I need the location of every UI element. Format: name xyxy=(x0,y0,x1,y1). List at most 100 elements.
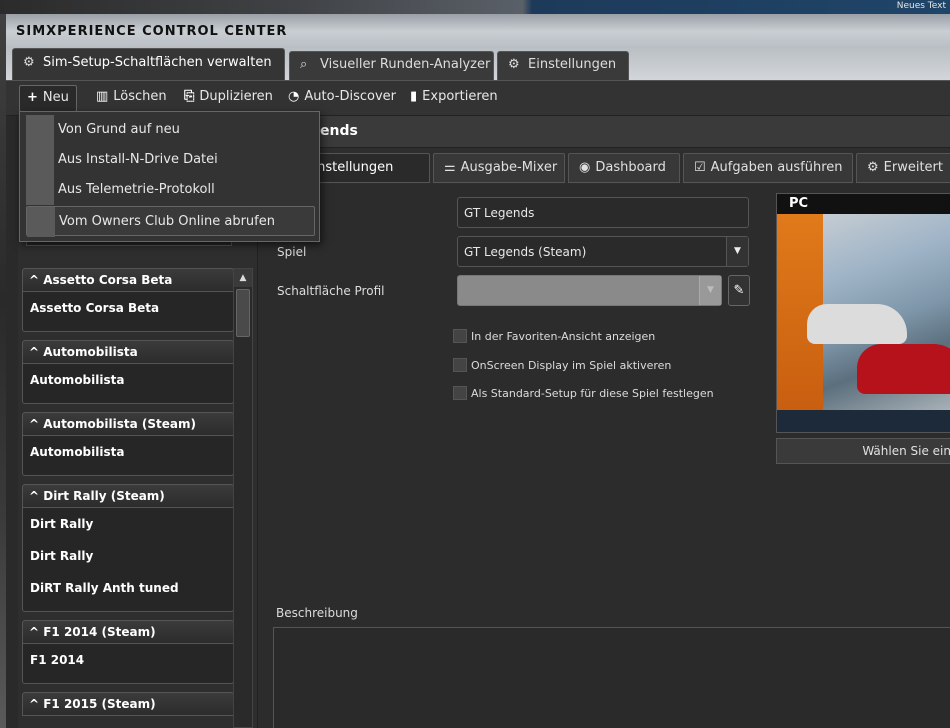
subtab-label: Dashboard xyxy=(595,160,666,175)
autodiscover-button[interactable]: ◔ Auto-Discover xyxy=(288,89,396,104)
group-title: Assetto Corsa Beta xyxy=(43,273,173,287)
autodiscover-label: Auto-Discover xyxy=(304,89,396,104)
tab-sim-setup[interactable]: ⚙ Sim-Setup-Schaltflächen verwalten xyxy=(12,48,285,80)
game-cover-image: PC xyxy=(776,193,950,433)
tab-label: Sim-Setup-Schaltflächen verwalten xyxy=(43,55,272,70)
menu-item-from-ind-file[interactable]: Aus Install-N-Drive Datei xyxy=(26,145,315,175)
subtab-label: Aufgaben ausführen xyxy=(710,160,843,175)
tasks-icon: ☑ xyxy=(694,160,706,175)
choose-image-button[interactable]: Wählen Sie ein xyxy=(776,438,950,464)
analyzer-icon: ⌕ xyxy=(300,57,308,72)
settings-buttons-icon: ⚙ xyxy=(23,55,35,70)
list-group: ^ Dirt Rally (Steam) Dirt Rally Dirt Ral… xyxy=(22,484,234,612)
setup-header: ends xyxy=(258,116,950,148)
group-header[interactable]: ^ Automobilista (Steam) xyxy=(22,412,234,436)
list-scrollbar[interactable]: ▲ xyxy=(233,268,253,728)
tab-label: Visueller Runden-Analyzer xyxy=(320,57,491,72)
new-label: Neu xyxy=(42,90,69,105)
chevron-up-icon: ^ xyxy=(29,345,44,359)
menu-item-owners-club[interactable]: Vom Owners Club Online abrufen xyxy=(26,206,315,237)
export-button[interactable]: ▮ Exportieren xyxy=(410,89,498,104)
desktop-corner-text: Neues Text xyxy=(896,1,946,11)
group-footer xyxy=(22,324,234,332)
app-window: Neues Text SIMXPERIENCE CONTROL CENTER ⚙… xyxy=(0,0,950,728)
osd-checkbox-label: OnScreen Display im Spiel aktiveren xyxy=(471,359,672,372)
subtab-dashboard[interactable]: ◉ Dashboard xyxy=(568,153,680,183)
osd-checkbox[interactable] xyxy=(453,358,467,372)
group-footer xyxy=(22,396,234,404)
list-group: ^ F1 2014 (Steam) F1 2014 xyxy=(22,620,234,684)
group-footer xyxy=(22,468,234,476)
chevron-up-icon: ^ xyxy=(29,489,44,503)
default-setup-checkbox[interactable] xyxy=(453,386,467,400)
list-item[interactable]: Dirt Rally xyxy=(22,508,234,540)
delete-button[interactable]: ▥ Löschen xyxy=(96,89,167,104)
dashboard-icon: ◉ xyxy=(579,160,591,175)
list-group: ^ F1 2015 (Steam) xyxy=(22,692,234,716)
group-title: F1 2014 (Steam) xyxy=(43,625,156,639)
menu-item-label: Aus Install-N-Drive Datei xyxy=(58,152,218,167)
mixer-icon: ⚌ xyxy=(444,160,456,175)
setup-title: ends xyxy=(320,123,358,139)
duplicate-label: Duplizieren xyxy=(199,89,273,104)
menu-item-from-scratch[interactable]: Von Grund auf neu xyxy=(26,115,315,145)
duplicate-button[interactable]: ⎘ Duplizieren xyxy=(184,89,273,104)
group-title: Automobilista (Steam) xyxy=(43,417,196,431)
scroll-thumb[interactable] xyxy=(236,289,250,337)
tab-lap-analyzer[interactable]: ⌕ Visueller Runden-Analyzer xyxy=(289,51,494,80)
list-item[interactable]: DiRT Rally Anth tuned xyxy=(22,572,234,604)
list-group: ^ Automobilista (Steam) Automobilista xyxy=(22,412,234,476)
main-tabs: ⚙ Sim-Setup-Schaltflächen verwalten ⌕ Visu… xyxy=(6,46,950,80)
group-footer xyxy=(22,604,234,612)
spiel-select[interactable]: GT Legends (Steam) ▼ xyxy=(457,236,749,267)
list-item[interactable]: Dirt Rally xyxy=(22,540,234,572)
group-title: Dirt Rally (Steam) xyxy=(43,489,165,503)
desktop-background: Neues Text xyxy=(0,0,950,14)
chevron-up-icon: ^ xyxy=(29,625,44,639)
chevron-up-icon: ^ xyxy=(29,273,44,287)
subtab-advanced[interactable]: ⚙ Erweitert xyxy=(856,153,950,183)
subtab-run-tasks[interactable]: ☑ Aufgaben ausführen xyxy=(683,153,853,183)
group-title: F1 2015 (Steam) xyxy=(43,697,156,711)
tab-label: Einstellungen xyxy=(528,57,617,72)
list-item[interactable]: F1 2014 xyxy=(22,644,234,676)
gears-icon: ⚙ xyxy=(508,57,520,72)
new-button[interactable]: + Neu xyxy=(19,85,77,112)
chevron-up-icon: ^ xyxy=(29,417,44,431)
group-header[interactable]: ^ Assetto Corsa Beta xyxy=(22,268,234,292)
list-item[interactable]: Automobilista xyxy=(22,436,234,468)
chevron-down-icon[interactable]: ▼ xyxy=(699,276,721,305)
subtab-label: Ausgabe-Mixer xyxy=(460,160,558,175)
desktop-left-edge xyxy=(0,14,6,728)
chevron-up-icon: ^ xyxy=(29,697,44,711)
setup-form: GT Legends Spiel GT Legends (Steam) ▼ Sc… xyxy=(258,184,950,728)
group-header[interactable]: ^ Automobilista xyxy=(22,340,234,364)
advanced-icon: ⚙ xyxy=(867,160,879,175)
setup-list[interactable]: ^ Assetto Corsa Beta Assetto Corsa Beta … xyxy=(22,268,234,728)
favorites-checkbox[interactable] xyxy=(453,329,467,343)
description-label: Beschreibung xyxy=(276,606,358,620)
list-item[interactable]: Assetto Corsa Beta xyxy=(22,292,234,324)
subtab-output-mixer[interactable]: ⚌ Ausgabe-Mixer xyxy=(433,153,565,183)
spiel-select-value: GT Legends (Steam) xyxy=(464,245,587,259)
description-textarea[interactable] xyxy=(273,627,950,728)
cover-platform-bar: PC xyxy=(777,194,950,214)
group-header[interactable]: ^ Dirt Rally (Steam) xyxy=(22,484,234,508)
cover-car-red xyxy=(857,344,950,394)
new-dropdown-menu: Von Grund auf neu Aus Install-N-Drive Da… xyxy=(19,111,320,242)
list-item[interactable]: Automobilista xyxy=(22,364,234,396)
chevron-down-icon[interactable]: ▼ xyxy=(726,237,748,266)
menu-item-label: Von Grund auf neu xyxy=(58,122,180,137)
group-header[interactable]: ^ F1 2014 (Steam) xyxy=(22,620,234,644)
profile-select[interactable]: ▼ xyxy=(457,275,722,306)
edit-profile-button[interactable]: ✎ xyxy=(728,275,750,306)
menu-item-from-telemetry[interactable]: Aus Telemetrie-Protokoll xyxy=(26,175,315,205)
setup-name-input[interactable]: GT Legends xyxy=(457,197,749,228)
tab-settings[interactable]: ⚙ Einstellungen xyxy=(497,51,629,80)
group-header[interactable]: ^ F1 2015 (Steam) xyxy=(22,692,234,716)
cover-platform: PC xyxy=(789,196,809,211)
export-label: Exportieren xyxy=(422,89,498,104)
scroll-up-arrow-icon[interactable]: ▲ xyxy=(234,269,252,287)
menu-icon-slot xyxy=(27,207,55,237)
favorites-checkbox-label: In der Favoriten-Ansicht anzeigen xyxy=(471,330,656,343)
